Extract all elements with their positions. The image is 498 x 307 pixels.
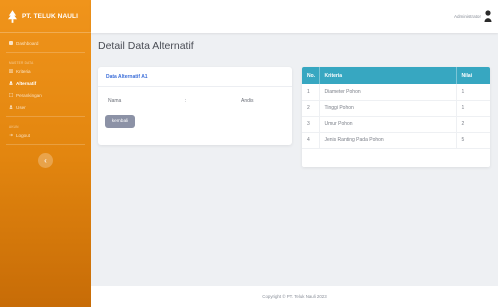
field-separator: : xyxy=(185,98,187,104)
detail-card-title: Data Alternatif A1 xyxy=(98,67,292,87)
chevron-left-icon: ‹ xyxy=(44,156,47,165)
user-menu[interactable]: Administrator xyxy=(454,10,492,22)
sidebar-item-logout[interactable]: Logout xyxy=(0,129,91,141)
user-name: Administrator xyxy=(453,13,481,19)
sidebar-item-label: Logout xyxy=(16,132,31,138)
table-row: 1 Diameter Pohon 1 xyxy=(302,84,490,100)
field-value: Andis xyxy=(241,98,254,104)
back-button[interactable]: kembali xyxy=(105,115,135,128)
topbar: Administrator xyxy=(91,0,498,33)
brand[interactable]: PT. TELUK NAULI xyxy=(0,0,91,33)
brand-name: PT. TELUK NAULI xyxy=(22,12,79,20)
sidebar-item-label: Perankingan xyxy=(16,92,42,98)
logout-icon xyxy=(9,133,13,137)
cell-value: 1 xyxy=(461,105,465,111)
cell-no: 1 xyxy=(302,84,320,100)
header-no: No. xyxy=(302,67,320,84)
cell-criteria: Umur Pohon xyxy=(319,116,457,132)
field-label: Nama xyxy=(108,98,122,104)
table-row: 4 Jenis Ranting Pada Pohon 5 xyxy=(302,132,490,148)
footer-copyright: Copyright © PT. Teluk Nauli 2023 xyxy=(262,294,327,299)
user-icon xyxy=(9,105,13,109)
sidebar-item-label: Dashboard xyxy=(16,40,39,46)
sidebar-heading-account: AKUN xyxy=(9,125,19,129)
table-row: 3 Umur Pohon 2 xyxy=(302,116,490,132)
criteria-table-card: No. Kriteria Nilai 1 Diameter Pohon 1 2 … xyxy=(302,67,490,167)
sidebar: PT. TELUK NAULI Dashboard MASTER DATA Kr… xyxy=(0,0,91,307)
sidebar-item-label: Kriteria xyxy=(16,68,31,74)
sidebar-divider xyxy=(6,52,85,53)
sidebar-item-kriteria[interactable]: Kriteria xyxy=(0,65,91,77)
user-avatar-icon xyxy=(484,10,492,22)
sidebar-item-perankingan[interactable]: Perankingan xyxy=(0,89,91,101)
tree-logo-icon xyxy=(8,9,17,23)
cell-criteria: Tinggi Pohon xyxy=(319,100,457,116)
sidebar-nav: Dashboard MASTER DATA Kriteria Alternati… xyxy=(0,33,91,168)
sidebar-item-alternatif[interactable]: Alternatif xyxy=(0,77,91,89)
sidebar-item-dashboard[interactable]: Dashboard xyxy=(0,37,91,49)
cell-value: 1 xyxy=(461,88,465,95)
dashboard-icon xyxy=(9,41,13,45)
list-icon xyxy=(9,69,13,73)
footer: Copyright © PT. Teluk Nauli 2023 xyxy=(91,286,498,307)
table-row: 2 Tinggi Pohon 1 xyxy=(302,100,490,116)
chart-icon xyxy=(9,93,13,97)
table-header-row: No. Kriteria Nilai xyxy=(302,67,490,84)
cell-criteria: Jenis Ranting Pada Pohon xyxy=(319,132,457,148)
cell-no: 2 xyxy=(302,100,320,116)
page-title: Detail Data Alternatif xyxy=(98,40,194,52)
cell-criteria: Diameter Pohon xyxy=(319,84,457,100)
cell-value: 5 xyxy=(461,137,465,143)
cell-no: 4 xyxy=(302,132,320,148)
sidebar-heading-master: MASTER DATA xyxy=(9,61,34,65)
users-icon xyxy=(9,81,13,85)
sidebar-item-user[interactable]: User xyxy=(0,101,91,113)
cell-no: 3 xyxy=(302,116,320,132)
sidebar-item-label: User xyxy=(16,104,26,110)
sidebar-divider xyxy=(6,116,85,117)
criteria-table: No. Kriteria Nilai 1 Diameter Pohon 1 2 … xyxy=(302,67,490,149)
header-value: Nilai xyxy=(461,72,473,79)
detail-card: Data Alternatif A1 Nama : Andis kembali xyxy=(98,67,292,145)
header-criteria: Kriteria xyxy=(319,67,457,84)
sidebar-divider xyxy=(6,144,85,145)
sidebar-item-label: Alternatif xyxy=(16,80,37,86)
cell-value: 2 xyxy=(461,121,465,127)
sidebar-toggle-button[interactable]: ‹ xyxy=(38,153,53,168)
